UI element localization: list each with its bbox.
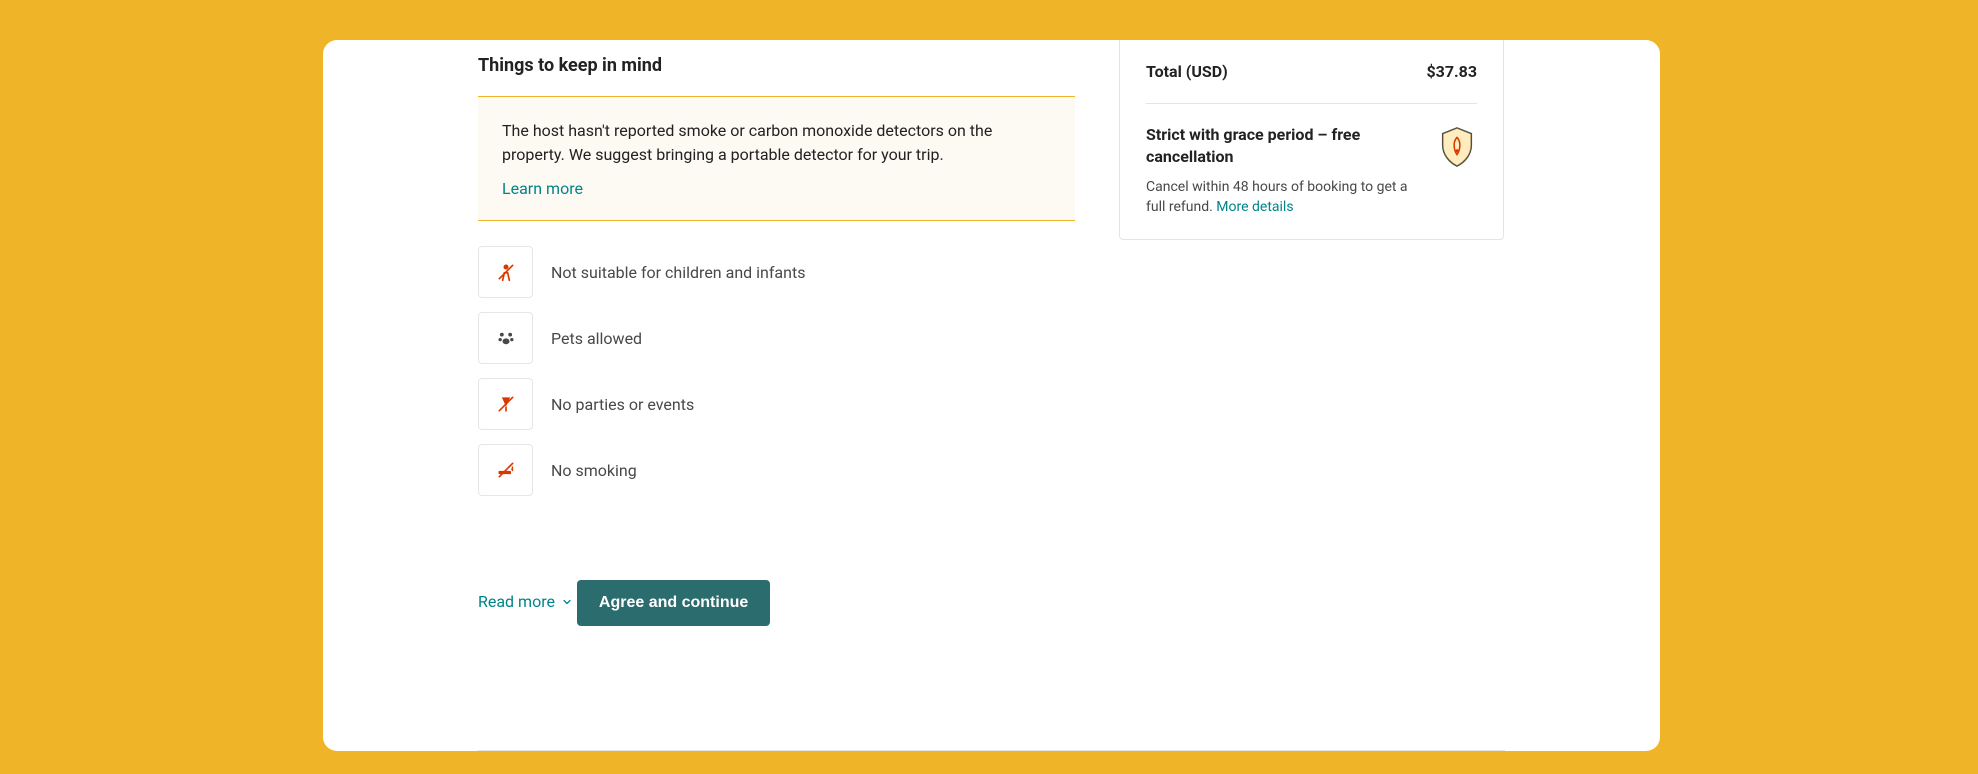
read-more-label: Read more: [478, 592, 555, 611]
divider: [478, 750, 1505, 751]
no-children-icon: [478, 246, 533, 298]
rule-item: Pets allowed: [478, 312, 1075, 364]
rule-label: Pets allowed: [551, 329, 642, 348]
price-summary-card: Total (USD) $37.83 Strict with grace per…: [1119, 40, 1504, 240]
total-row: Total (USD) $37.83: [1146, 62, 1477, 104]
total-label: Total (USD): [1146, 62, 1228, 81]
more-details-link[interactable]: More details: [1216, 199, 1293, 215]
booking-card: Things to keep in mind The host hasn't r…: [323, 40, 1660, 751]
policy-title: Strict with grace period – free cancella…: [1146, 124, 1421, 169]
no-party-icon: [478, 378, 533, 430]
house-rules-list: Not suitable for children and infants Pe…: [478, 246, 1075, 496]
paw-icon: [478, 312, 533, 364]
agree-continue-button[interactable]: Agree and continue: [577, 580, 770, 626]
policy-description: Cancel within 48 hours of booking to get…: [1146, 177, 1421, 218]
notice-text: The host hasn't reported smoke or carbon…: [502, 119, 1051, 167]
read-more-link[interactable]: Read more: [478, 592, 573, 611]
main-content: Things to keep in mind The host hasn't r…: [478, 55, 1075, 626]
rule-label: No smoking: [551, 461, 637, 480]
rule-label: Not suitable for children and infants: [551, 263, 805, 282]
detector-notice: The host hasn't reported smoke or carbon…: [478, 96, 1075, 221]
cancellation-policy: Strict with grace period – free cancella…: [1146, 104, 1477, 217]
chevron-down-icon: [561, 596, 573, 608]
rule-label: No parties or events: [551, 395, 694, 414]
rule-item: No parties or events: [478, 378, 1075, 430]
rule-item: No smoking: [478, 444, 1075, 496]
section-title: Things to keep in mind: [478, 55, 1075, 76]
total-value: $37.83: [1426, 62, 1477, 81]
rule-item: Not suitable for children and infants: [478, 246, 1075, 298]
no-smoking-icon: [478, 444, 533, 496]
learn-more-link[interactable]: Learn more: [502, 179, 583, 198]
shield-icon: [1437, 126, 1477, 168]
policy-text: Strict with grace period – free cancella…: [1146, 124, 1421, 217]
